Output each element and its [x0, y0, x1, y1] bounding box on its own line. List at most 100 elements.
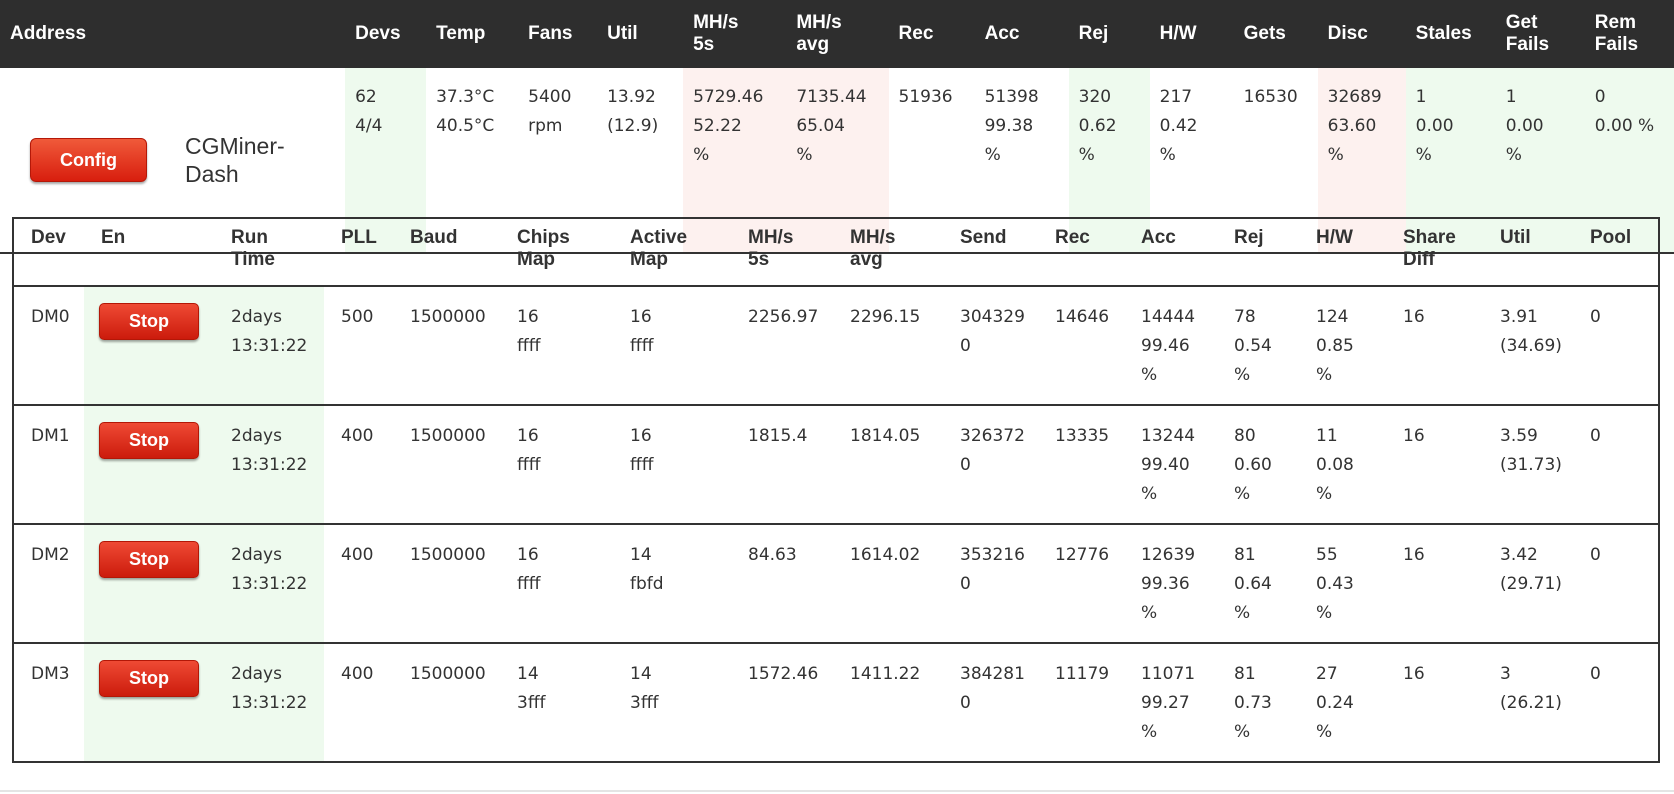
- send-line: 0: [960, 336, 971, 356]
- rej-line: 81: [1234, 664, 1256, 684]
- device-share-diff: 16: [1403, 664, 1425, 684]
- config-button[interactable]: Config: [30, 138, 147, 182]
- summary-value-line: 16530: [1243, 87, 1298, 107]
- summary-value-line: 1: [1415, 87, 1427, 107]
- device-chips-map: 14 3fff: [500, 643, 613, 762]
- device-mhs-avg: 2296.15: [833, 286, 943, 406]
- hw-line: %: [1316, 484, 1333, 504]
- chips-line: ffff: [517, 574, 541, 594]
- host-name: CGMiner-Dash: [185, 133, 285, 187]
- device-rej: 78 0.54%: [1217, 286, 1299, 406]
- summary-value-line: rpm: [528, 116, 563, 136]
- chips-line: 16: [517, 545, 539, 565]
- device-pool: 0: [1573, 286, 1659, 406]
- dev-header-chips-map: Chips Map: [500, 218, 613, 287]
- chips-line: ffff: [517, 336, 541, 356]
- summary-header-devs: Devs: [345, 0, 427, 68]
- summary-value-line: %: [1327, 145, 1344, 165]
- stop-button[interactable]: Stop: [99, 303, 199, 340]
- send-line: 304329: [960, 307, 1025, 327]
- summary-value-line: 0: [1594, 87, 1606, 107]
- dev-header-share-diff: Share Diff: [1386, 218, 1483, 287]
- stop-button[interactable]: Stop: [99, 660, 199, 697]
- devices-body: DM0 Stop 2days 13:31:22 500 1500000 16 ffff 16 ff…: [13, 286, 1659, 762]
- summary-header-address: Address: [0, 0, 346, 68]
- device-acc: 12639 99.36%: [1124, 524, 1217, 644]
- device-share-diff: 16: [1386, 286, 1483, 406]
- device-chips-map: 16 ffff: [500, 405, 613, 525]
- active-line: ffff: [630, 336, 654, 356]
- dev-header-mhs-5s: MH/s 5s: [731, 218, 833, 287]
- acc-line: 13244: [1141, 426, 1196, 446]
- dev-header-baud: Baud: [393, 218, 500, 287]
- summary-header-disc: Disc: [1317, 0, 1406, 68]
- device-runtime: 2days 13:31:22: [214, 524, 324, 644]
- stop-button[interactable]: Stop: [99, 541, 199, 578]
- device-util: 3.42 (29.71): [1483, 524, 1573, 644]
- summary-value-line: 1: [1505, 87, 1517, 107]
- hw-line: 124: [1316, 307, 1349, 327]
- rej-line: %: [1234, 365, 1251, 385]
- device-row: DM2 Stop 2days 13:31:22 400 1500000 16 ffff 14 fb…: [13, 524, 1659, 644]
- device-pool: 0: [1573, 405, 1659, 525]
- device-rej: 81 0.73%: [1217, 643, 1299, 762]
- device-active-map: 16 ffff: [613, 405, 731, 525]
- dev-header-util: Util: [1483, 218, 1573, 287]
- dev-header-pll: PLL: [324, 218, 393, 287]
- summary-value-line: %: [796, 145, 813, 165]
- device-share-diff: 16: [1386, 524, 1483, 644]
- device-acc: 14444 99.46%: [1124, 286, 1217, 406]
- acc-line: %: [1141, 722, 1158, 742]
- device-row: DM0 Stop 2days 13:31:22 500 1500000 16 ffff 16 ff…: [13, 286, 1659, 406]
- device-baud: 1500000: [410, 664, 486, 684]
- hw-line: %: [1316, 722, 1333, 742]
- summary-value-line: 52.22: [693, 116, 742, 136]
- device-rec: 14646: [1038, 286, 1124, 406]
- stop-button[interactable]: Stop: [99, 422, 199, 459]
- chips-line: 16: [517, 307, 539, 327]
- device-mhs-5s: 2256.97: [731, 286, 833, 406]
- summary-header-temp: Temp: [426, 0, 519, 68]
- device-enable-cell: Stop: [84, 643, 214, 762]
- device-pll: 400: [341, 664, 374, 684]
- util-line: (31.73): [1500, 455, 1562, 475]
- summary-value-line: %: [1078, 145, 1095, 165]
- device-baud: 1500000: [393, 524, 500, 644]
- summary-header-rem-fails: Rem Fails: [1584, 0, 1674, 68]
- device-id: DM3: [31, 664, 70, 684]
- device-hw: 55 0.43%: [1299, 524, 1386, 644]
- hw-line: 55: [1316, 545, 1338, 565]
- summary-header-acc: Acc: [974, 0, 1069, 68]
- summary-value-line: 320: [1078, 87, 1112, 107]
- device-hw: 27 0.24%: [1299, 643, 1386, 762]
- active-line: 14: [630, 545, 652, 565]
- summary-table: Address Devs Temp Fans Util MH/s 5s MH/s a…: [0, 0, 1674, 254]
- util-line: (26.21): [1500, 693, 1562, 713]
- util-line: 3.91: [1500, 307, 1538, 327]
- device-row: DM1 Stop 2days 13:31:22 400 1500000 16 ffff 16 ff…: [13, 405, 1659, 525]
- hw-line: 11: [1316, 426, 1338, 446]
- device-enable-cell: Stop: [84, 286, 214, 406]
- device-rec: 11179: [1055, 664, 1110, 684]
- device-id: DM1: [13, 405, 84, 525]
- dev-header-mhs-avg: MH/s avg: [833, 218, 943, 287]
- device-acc: 11071 99.27%: [1124, 643, 1217, 762]
- send-line: 384281: [960, 664, 1025, 684]
- send-line: 0: [960, 574, 971, 594]
- device-baud: 1500000: [393, 405, 500, 525]
- summary-value-line: %: [1159, 145, 1176, 165]
- device-hw: 124 0.85%: [1299, 286, 1386, 406]
- active-line: ffff: [630, 455, 654, 475]
- page-divider: [0, 790, 1674, 792]
- summary-header-rej: Rej: [1068, 0, 1150, 68]
- summary-value-line: 40.5°C: [436, 116, 495, 136]
- device-chips-map: 16 ffff: [500, 286, 613, 406]
- summary-header-row: Address Devs Temp Fans Util MH/s 5s MH/s a…: [0, 0, 1674, 68]
- runtime-line: 13:31:22: [231, 455, 308, 475]
- summary-value-line: 99.38: [984, 116, 1034, 136]
- acc-line: 11071: [1141, 664, 1196, 684]
- hw-line: 0.24: [1316, 693, 1354, 713]
- active-line: 16: [630, 307, 652, 327]
- summary-header-fans: Fans: [518, 0, 598, 68]
- device-pll: 400: [324, 524, 393, 644]
